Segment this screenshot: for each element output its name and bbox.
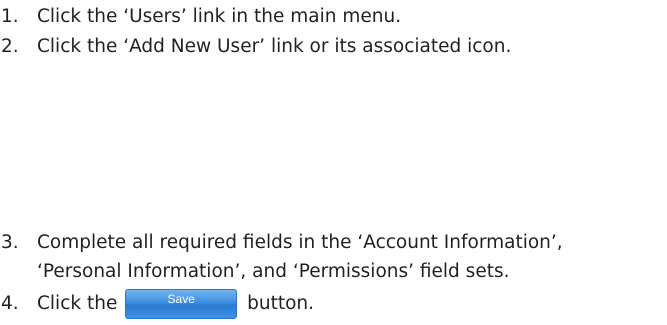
step-number: 1. [1, 6, 19, 27]
save-button[interactable]: Save [125, 289, 238, 319]
step-text: Click the ‘Users’ link in the main menu. [37, 6, 402, 27]
step-text: Click the Save button. [37, 289, 315, 319]
step-text-after: button. [247, 293, 315, 314]
step-number: 4. [1, 293, 19, 314]
step-text-continued: ‘Personal Information’, and ‘Permissions… [37, 261, 510, 282]
step-text: Click the ‘Add New User’ link or its ass… [37, 36, 512, 57]
step-text: Complete all required fields in the ‘Acc… [37, 232, 563, 253]
step-text-before: Click the [37, 293, 118, 314]
step-number: 3. [1, 232, 19, 253]
blank-space [0, 66, 667, 226]
step-number: 2. [1, 36, 19, 57]
